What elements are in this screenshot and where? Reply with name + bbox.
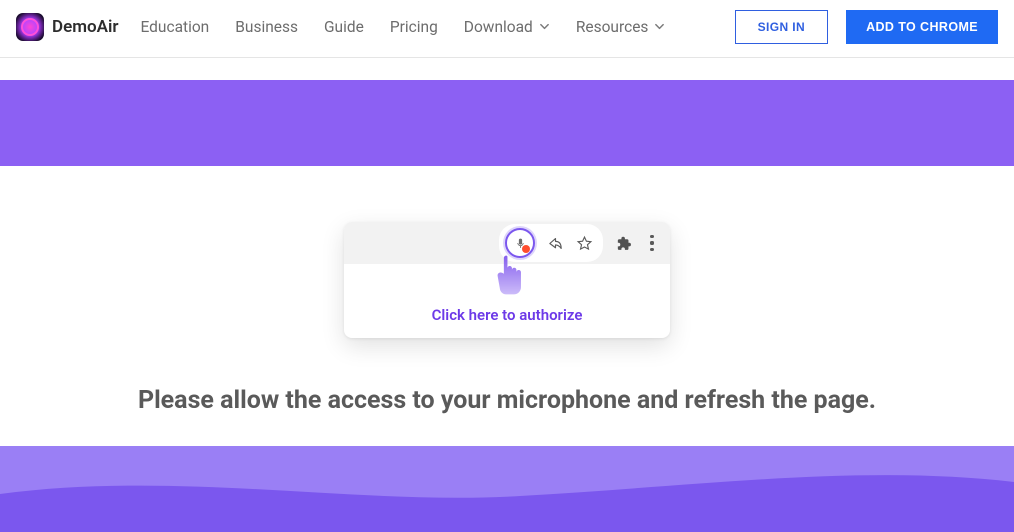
add-to-chrome-button[interactable]: ADD TO CHROME <box>846 10 998 44</box>
nav-resources-label: Resources <box>576 18 649 36</box>
nav-download[interactable]: Download <box>464 18 550 36</box>
site-header: DemoAir Education Business Guide Pricing… <box>0 0 1014 58</box>
header-actions: SIGN IN ADD TO CHROME <box>735 10 998 44</box>
browser-toolbar <box>344 222 670 264</box>
toolbar-actions-group <box>499 224 603 262</box>
nav-resources[interactable]: Resources <box>576 18 666 36</box>
nav-guide-label: Guide <box>324 18 364 36</box>
primary-nav: Education Business Guide Pricing Downloa… <box>141 18 735 36</box>
hero-band <box>0 80 1014 166</box>
nav-education-label: Education <box>141 18 210 36</box>
brand-logo-icon <box>16 13 44 41</box>
share-icon[interactable] <box>547 235 564 252</box>
authorize-link[interactable]: Click here to authorize <box>432 306 583 324</box>
bookmark-star-icon[interactable] <box>576 235 593 252</box>
nav-business-label: Business <box>235 18 298 36</box>
nav-education[interactable]: Education <box>141 18 210 36</box>
permission-section: Click here to authorize Please allow the… <box>0 166 1014 446</box>
footer-wave <box>0 446 1014 532</box>
chevron-down-icon <box>654 21 665 32</box>
nav-business[interactable]: Business <box>235 18 298 36</box>
microphone-permission-icon[interactable] <box>505 228 535 258</box>
nav-guide[interactable]: Guide <box>324 18 364 36</box>
nav-pricing[interactable]: Pricing <box>390 18 438 36</box>
extensions-puzzle-icon[interactable] <box>615 235 632 252</box>
nav-pricing-label: Pricing <box>390 18 438 36</box>
signin-button[interactable]: SIGN IN <box>735 10 828 44</box>
kebab-menu-icon[interactable] <box>644 235 660 251</box>
instruction-heading: Please allow the access to your micropho… <box>138 386 876 415</box>
browser-toolbar-popup: Click here to authorize <box>344 222 670 338</box>
nav-download-label: Download <box>464 18 533 36</box>
chevron-down-icon <box>539 21 550 32</box>
popup-body: Click here to authorize <box>344 264 670 338</box>
mic-blocked-badge-icon <box>522 245 530 253</box>
brand-logo[interactable]: DemoAir <box>16 13 119 41</box>
brand-name: DemoAir <box>52 17 119 37</box>
